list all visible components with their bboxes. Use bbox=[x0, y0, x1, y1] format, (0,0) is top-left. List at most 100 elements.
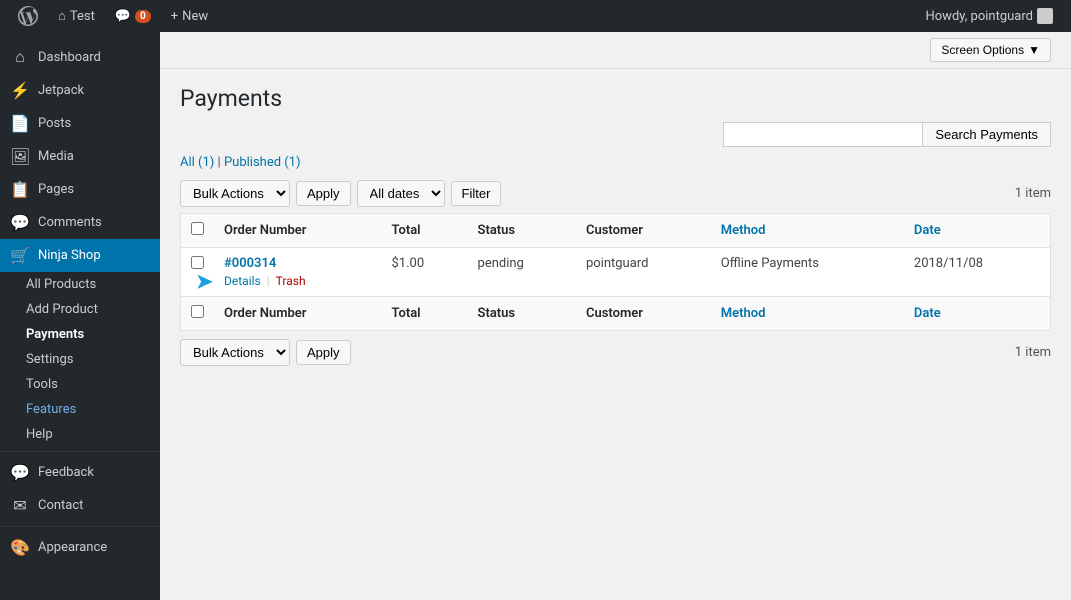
table-footer-row: Order Number Total Status Customer Metho bbox=[181, 297, 1051, 331]
order-number-link[interactable]: #000314 bbox=[224, 256, 276, 271]
bulk-actions-select-top[interactable]: Bulk Actions Delete bbox=[180, 180, 290, 207]
sidebar-item-pages[interactable]: 📋 Pages bbox=[0, 173, 160, 206]
all-products-label: All Products bbox=[26, 277, 96, 292]
help-label: Help bbox=[26, 427, 53, 442]
method-footer-link[interactable]: Method bbox=[721, 306, 766, 321]
select-all-checkbox[interactable] bbox=[191, 222, 204, 235]
sidebar-item-posts[interactable]: 📄 Posts bbox=[0, 107, 160, 140]
sidebar-item-label: Pages bbox=[38, 182, 74, 197]
screen-options-button[interactable]: Screen Options ▼ bbox=[930, 38, 1051, 62]
footer-status: Status bbox=[468, 297, 576, 331]
row-actions: ➤ Details | Trash bbox=[224, 274, 371, 288]
sidebar-item-ninja-shop[interactable]: 🛒 Ninja Shop bbox=[0, 239, 160, 272]
method-header-link[interactable]: Method bbox=[721, 223, 766, 238]
footer-method: Method bbox=[711, 297, 904, 331]
row-date: 2018/11/08 bbox=[914, 256, 983, 271]
sidebar-item-label: Posts bbox=[38, 116, 71, 131]
order-number-header-label: Order Number bbox=[224, 223, 306, 238]
sidebar-item-payments[interactable]: Payments bbox=[12, 322, 160, 347]
comment-count: 0 bbox=[135, 10, 151, 23]
all-dates-select[interactable]: All dates bbox=[357, 180, 445, 207]
action-separator: | bbox=[267, 274, 270, 288]
sidebar-item-feedback[interactable]: 💬 Feedback bbox=[0, 456, 160, 489]
sidebar-item-contact[interactable]: ✉ Contact bbox=[0, 489, 160, 522]
select-all-checkbox-bottom[interactable] bbox=[191, 305, 204, 318]
payments-label: Payments bbox=[26, 327, 84, 342]
wp-logo[interactable] bbox=[8, 0, 48, 32]
footer-customer: Customer bbox=[576, 297, 711, 331]
footer-order-number: Order Number bbox=[214, 297, 381, 331]
pages-icon: 📋 bbox=[10, 180, 30, 199]
avatar bbox=[1037, 8, 1053, 24]
filter-links: All (1) | Published (1) bbox=[180, 155, 1051, 170]
sidebar-item-label: Jetpack bbox=[38, 83, 84, 98]
date-header-link[interactable]: Date bbox=[914, 223, 941, 238]
sidebar-item-all-products[interactable]: All Products bbox=[12, 272, 160, 297]
adminbar-howdy-text: Howdy, pointguard bbox=[925, 9, 1033, 24]
footer-checkbox-col bbox=[181, 297, 215, 331]
content-area: Screen Options ▼ Payments Search Payment… bbox=[160, 32, 1071, 600]
header-date: Date bbox=[904, 214, 1051, 248]
row-checkbox[interactable] bbox=[191, 256, 204, 269]
item-count-top: 1 item bbox=[1015, 186, 1051, 201]
header-order-number: Order Number bbox=[214, 214, 381, 248]
table-header-row: Order Number Total Status Customer Metho bbox=[181, 214, 1051, 248]
sidebar-item-features[interactable]: Features bbox=[12, 397, 160, 422]
settings-label: Settings bbox=[26, 352, 73, 367]
sidebar-submenu-ninja-shop: All Products Add Product Payments Settin… bbox=[0, 272, 160, 447]
sidebar-item-appearance[interactable]: 🎨 Appearance bbox=[0, 531, 160, 564]
date-footer-link[interactable]: Date bbox=[914, 306, 941, 321]
filter-all[interactable]: All (1) bbox=[180, 155, 214, 170]
appearance-icon: 🎨 bbox=[10, 538, 30, 557]
header-status: Status bbox=[468, 214, 576, 248]
posts-icon: 📄 bbox=[10, 114, 30, 133]
row-status: pending bbox=[478, 256, 524, 271]
jetpack-icon: ⚡ bbox=[10, 81, 30, 100]
sidebar-item-add-product[interactable]: Add Product bbox=[12, 297, 160, 322]
filter-button[interactable]: Filter bbox=[451, 181, 502, 206]
content-inner: Payments Search Payments All (1) | Publi… bbox=[160, 69, 1071, 382]
bulk-actions-select-bottom[interactable]: Bulk Actions Delete bbox=[180, 339, 290, 366]
sidebar-main-menu: ⌂ Dashboard ⚡ Jetpack 📄 Posts 🖼 Media 📋 … bbox=[0, 32, 160, 564]
arrow-annotation: ➤ bbox=[196, 269, 213, 293]
sidebar-item-label: Ninja Shop bbox=[38, 248, 101, 263]
footer-date: Date bbox=[904, 297, 1051, 331]
row-customer-cell: pointguard bbox=[576, 248, 711, 297]
sidebar-item-media[interactable]: 🖼 Media bbox=[0, 140, 160, 173]
adminbar-site[interactable]: ⌂ Test bbox=[48, 0, 105, 32]
feedback-icon: 💬 bbox=[10, 463, 30, 482]
adminbar-new[interactable]: + New bbox=[161, 0, 218, 32]
sidebar-item-help[interactable]: Help bbox=[12, 422, 160, 447]
filter-published[interactable]: Published (1) bbox=[224, 155, 301, 170]
apply-button-top[interactable]: Apply bbox=[296, 181, 351, 206]
chevron-down-icon: ▼ bbox=[1028, 43, 1040, 57]
ninja-shop-icon: 🛒 bbox=[10, 246, 30, 265]
apply-button-bottom[interactable]: Apply bbox=[296, 340, 351, 365]
details-link[interactable]: Details bbox=[224, 274, 261, 288]
trash-link[interactable]: Trash bbox=[276, 274, 306, 288]
search-row: Search Payments bbox=[180, 122, 1051, 147]
sidebar-item-tools[interactable]: Tools bbox=[12, 372, 160, 397]
screen-options-label: Screen Options bbox=[941, 43, 1024, 57]
header-checkbox-col bbox=[181, 214, 215, 248]
row-method: Offline Payments bbox=[721, 256, 819, 271]
sidebar-item-label: Media bbox=[38, 149, 74, 164]
adminbar-site-icon: ⌂ bbox=[58, 8, 66, 24]
row-date-cell: 2018/11/08 bbox=[904, 248, 1051, 297]
adminbar-site-name: Test bbox=[70, 9, 95, 24]
page-title: Payments bbox=[180, 85, 1051, 112]
sidebar-item-comments[interactable]: 💬 Comments bbox=[0, 206, 160, 239]
sidebar-item-jetpack[interactable]: ⚡ Jetpack bbox=[0, 74, 160, 107]
row-customer: pointguard bbox=[586, 256, 648, 271]
adminbar-howdy[interactable]: Howdy, pointguard bbox=[915, 0, 1063, 32]
sidebar-item-dashboard[interactable]: ⌂ Dashboard bbox=[0, 40, 160, 74]
add-product-label: Add Product bbox=[26, 302, 98, 317]
search-input[interactable] bbox=[723, 122, 923, 147]
adminbar-comments[interactable]: 💬 0 bbox=[105, 0, 161, 32]
sidebar-item-label: Contact bbox=[38, 498, 83, 513]
dashboard-icon: ⌂ bbox=[10, 47, 30, 67]
search-button[interactable]: Search Payments bbox=[923, 122, 1051, 147]
customer-footer-label: Customer bbox=[586, 306, 643, 321]
sidebar-item-settings[interactable]: Settings bbox=[12, 347, 160, 372]
sidebar-divider-2 bbox=[0, 526, 160, 527]
